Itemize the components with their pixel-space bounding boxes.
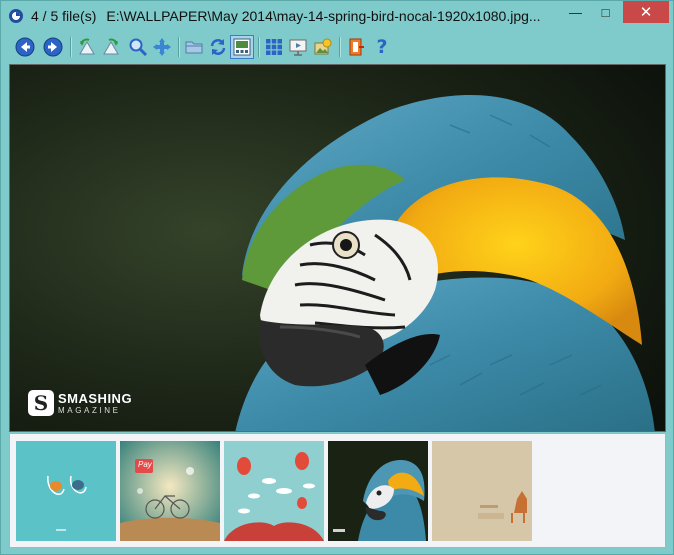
- thumbnail-2-image: [120, 441, 220, 541]
- maximize-icon: □: [601, 4, 610, 20]
- main-image-view[interactable]: S SMASHING MAGAZINE: [9, 64, 666, 432]
- forward-arrow-icon: [43, 37, 63, 57]
- open-folder-button[interactable]: [182, 35, 206, 59]
- title-bar[interactable]: 4 / 5 file(s) E:\WALLPAPER\May 2014\may-1…: [1, 1, 673, 31]
- window-title: 4 / 5 file(s) E:\WALLPAPER\May 2014\may-1…: [31, 8, 541, 24]
- smashing-magazine-watermark: S SMASHING MAGAZINE: [28, 390, 132, 416]
- toolbar-separator: [339, 37, 341, 57]
- thumbnail-grid-icon: [266, 39, 282, 55]
- open-folder-icon: [185, 41, 203, 54]
- slideshow-button[interactable]: [286, 35, 310, 59]
- maximize-button[interactable]: □: [591, 1, 620, 23]
- rotate-left-button[interactable]: [75, 35, 99, 59]
- close-button[interactable]: ✕: [623, 1, 669, 23]
- rotate-left-icon: [79, 38, 95, 55]
- exit-button[interactable]: [344, 35, 368, 59]
- macaw-photo: [10, 65, 665, 431]
- set-wallpaper-icon: [314, 38, 332, 55]
- watermark-line-2: MAGAZINE: [58, 405, 121, 415]
- rotate-right-icon: [103, 38, 119, 55]
- thumbnail-2[interactable]: Pay: [120, 441, 220, 541]
- refresh-icon: [210, 39, 226, 55]
- thumbnail-grid-button[interactable]: [262, 35, 286, 59]
- zoom-icon: [129, 38, 148, 57]
- image-viewer-window: 4 / 5 file(s) E:\WALLPAPER\May 2014\may-1…: [0, 0, 674, 555]
- filmstrip-view-button[interactable]: [230, 35, 254, 59]
- thumbnail-5-image: [432, 441, 532, 541]
- close-icon: ✕: [639, 4, 653, 21]
- fit-move-button[interactable]: [150, 35, 174, 59]
- app-logo-icon: [8, 8, 24, 24]
- help-button[interactable]: ?: [370, 35, 394, 59]
- toolbar-separator: [70, 37, 72, 57]
- minimize-button[interactable]: —: [561, 1, 590, 23]
- refresh-button[interactable]: [206, 35, 230, 59]
- smashing-logo-icon: S: [28, 390, 54, 416]
- watermark-line-1: SMASHING: [58, 390, 133, 406]
- toolbar: ?: [9, 34, 669, 62]
- filmstrip: Pay: [9, 433, 666, 548]
- thumbnail-1-image: [16, 441, 116, 541]
- rotate-right-button[interactable]: [99, 35, 123, 59]
- filmstrip-view-icon: [233, 38, 251, 56]
- back-button[interactable]: [13, 35, 37, 59]
- toolbar-separator: [178, 37, 180, 57]
- thumbnail-3-image: [224, 441, 324, 541]
- thumbnail-5[interactable]: [432, 441, 532, 541]
- thumbnail-4-image: [328, 441, 428, 541]
- help-icon: ?: [376, 36, 388, 58]
- slideshow-icon: [289, 39, 307, 56]
- forward-button[interactable]: [41, 35, 65, 59]
- set-wallpaper-button[interactable]: [311, 35, 335, 59]
- minimize-icon: —: [569, 4, 582, 20]
- toolbar-separator: [258, 37, 260, 57]
- zoom-button[interactable]: [126, 35, 150, 59]
- thumbnail-2-label: Pay: [138, 460, 152, 469]
- thumbnail-1[interactable]: [16, 441, 116, 541]
- file-counter: 4 / 5 file(s): [31, 8, 97, 24]
- back-arrow-icon: [15, 37, 35, 57]
- fit-move-icon: [153, 38, 171, 56]
- thumbnail-3[interactable]: [224, 441, 324, 541]
- thumbnail-4[interactable]: [328, 441, 428, 541]
- file-path: E:\WALLPAPER\May 2014\may-14-spring-bird…: [106, 8, 541, 24]
- exit-icon: [349, 38, 364, 56]
